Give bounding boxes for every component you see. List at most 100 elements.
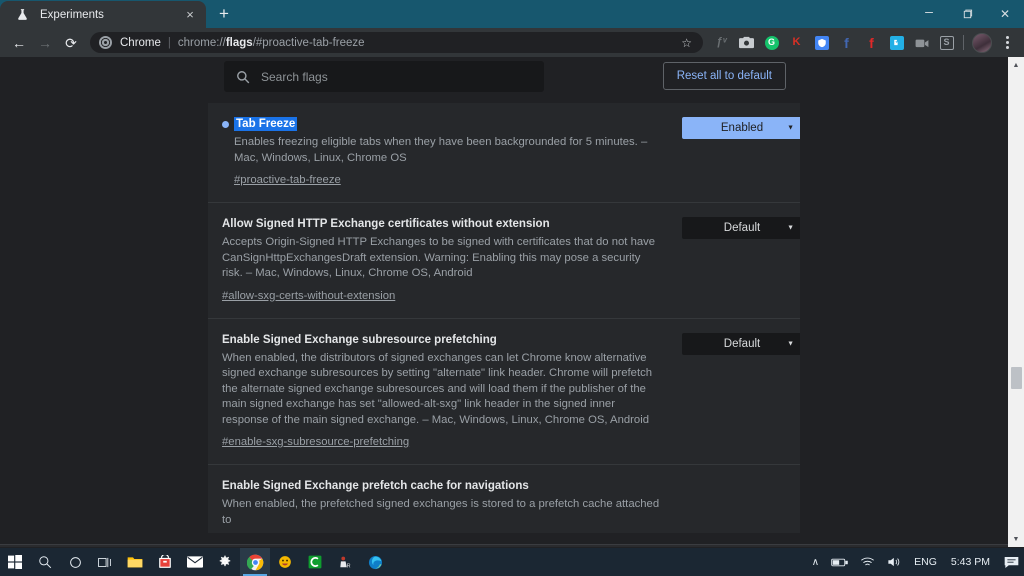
camera-icon[interactable] <box>734 30 759 56</box>
file-explorer-icon[interactable] <box>120 548 150 576</box>
flag-control: Default ▼ <box>682 217 800 239</box>
relaunch-bar: Your changes will take effect the next t… <box>0 544 1008 547</box>
flag-modified-dot-icon <box>222 121 229 128</box>
emoji-app-icon[interactable] <box>270 548 300 576</box>
flag-anchor-link[interactable]: #proactive-tab-freeze <box>222 174 341 186</box>
close-window-button[interactable]: ✕ <box>986 0 1024 28</box>
wifi-icon[interactable] <box>854 548 881 576</box>
language-indicator[interactable]: ENG <box>908 548 943 576</box>
omnibox-scheme-label: Chrome <box>120 36 161 49</box>
omnibox-separator: | <box>167 36 171 49</box>
page-scrollbar[interactable]: ▲ ▼ <box>1008 57 1024 547</box>
jv-icon[interactable]: ƒᵛ <box>709 30 734 56</box>
flag-control: Default ▼ <box>682 332 800 355</box>
flag-row: Allow Signed HTTP Exchange certificates … <box>208 202 800 318</box>
url-bold: flags <box>225 36 253 49</box>
flag-control: Enabled ▼ <box>682 117 800 139</box>
flag-title: Tab Freeze <box>222 117 664 131</box>
battery-icon[interactable] <box>825 548 854 576</box>
flag-select-sxg-subresource-prefetching[interactable]: Default ▼ <box>682 332 800 355</box>
windows-taskbar: R ∧ ENG 5:43 PM <box>0 548 1024 576</box>
back-icon[interactable]: ← <box>6 30 32 56</box>
flags-header: Reset all to default <box>0 57 1008 100</box>
search-flags-box[interactable] <box>224 61 544 92</box>
pocket-icon[interactable] <box>884 30 909 56</box>
volume-icon[interactable] <box>881 548 908 576</box>
microsoft-edge-icon[interactable] <box>360 548 390 576</box>
flask-icon <box>14 7 30 23</box>
maximize-button[interactable] <box>948 0 986 28</box>
flag-select-value: Default <box>723 337 761 350</box>
address-bar[interactable]: Chrome | chrome://flags/#proactive-tab-f… <box>90 32 703 53</box>
url-suffix: /#proactive-tab-freeze <box>252 36 365 49</box>
flag-details: Enable Signed Exchange prefetch cache fo… <box>222 479 664 532</box>
flag-title: Enable Signed Exchange prefetch cache fo… <box>222 480 529 492</box>
chrome-menu-icon[interactable] <box>996 30 1018 56</box>
flag-anchor-link[interactable]: #enable-sxg-subresource-prefetching <box>222 436 409 448</box>
jr-app-icon[interactable]: R <box>330 548 360 576</box>
notifications-icon[interactable] <box>998 548 1024 576</box>
browser-toolbar: ← → ⟳ Chrome | chrome://flags/#proactive… <box>0 28 1024 57</box>
flag-details: Enable Signed Exchange subresource prefe… <box>222 333 664 451</box>
camtasia-icon[interactable] <box>300 548 330 576</box>
extension-toolbar: ƒᵛ G K f f S <box>709 30 1018 56</box>
s-icon[interactable]: S <box>934 30 959 56</box>
clock[interactable]: 5:43 PM <box>943 548 998 576</box>
scroll-down-arrow-icon[interactable]: ▼ <box>1008 531 1024 547</box>
tab-title: Experiments <box>40 8 104 21</box>
bookmark-star-icon[interactable]: ☆ <box>676 37 692 49</box>
scroll-up-arrow-icon[interactable]: ▲ <box>1008 57 1024 73</box>
google-chrome-icon[interactable] <box>240 548 270 576</box>
reload-icon[interactable]: ⟳ <box>58 30 84 56</box>
chevron-down-icon: ▼ <box>787 224 794 232</box>
video-icon[interactable] <box>909 30 934 56</box>
omnibox-url: chrome://flags/#proactive-tab-freeze <box>178 37 676 49</box>
flag-anchor-link[interactable]: #allow-sxg-certs-without-extension <box>222 290 395 302</box>
flags-list: Tab Freeze Enables freezing eligible tab… <box>208 103 800 533</box>
facebook-icon[interactable]: f <box>834 30 859 56</box>
flags-page: Reset all to default Tab Freeze Enables … <box>0 57 1024 547</box>
new-tab-button[interactable]: + <box>210 0 238 27</box>
cortana-icon[interactable] <box>60 548 90 576</box>
chevron-down-icon: ▼ <box>787 340 794 347</box>
settings-gear-icon[interactable] <box>210 548 240 576</box>
flag-description: When enabled, the distributors of signed… <box>222 351 653 426</box>
flag-select-allow-sxg-certs[interactable]: Default ▼ <box>682 217 800 239</box>
flag-select-tab-freeze[interactable]: Enabled ▼ <box>682 117 800 139</box>
avatar[interactable] <box>972 32 992 53</box>
microsoft-store-icon[interactable] <box>150 548 180 576</box>
flag-description: Enables freezing eligible tabs when they… <box>234 136 648 164</box>
close-icon[interactable]: × <box>182 7 198 23</box>
chrome-page-icon <box>99 36 112 49</box>
forward-icon: → <box>38 34 52 51</box>
reset-all-to-default-button[interactable]: Reset all to default <box>662 62 786 90</box>
grammarly-icon[interactable]: G <box>759 30 784 56</box>
browser-tab-experiments[interactable]: Experiments × <box>0 1 206 28</box>
chevron-down-icon: ▼ <box>787 124 794 132</box>
search-input[interactable] <box>261 69 532 84</box>
tab-strip: Experiments × + – ✕ <box>0 0 1024 28</box>
flag-title: Enable Signed Exchange subresource prefe… <box>222 333 497 346</box>
flag-select-value: Enabled <box>720 122 764 134</box>
url-prefix: chrome:// <box>177 36 226 49</box>
flag-title-text: Tab Freeze <box>234 117 298 131</box>
window-controls: – ✕ <box>910 0 1024 28</box>
flag-row: Enable Signed Exchange prefetch cache fo… <box>208 464 800 533</box>
mail-icon[interactable] <box>180 548 210 576</box>
shield-browser-icon[interactable] <box>809 30 834 56</box>
flag-row: Enable Signed Exchange subresource prefe… <box>208 317 800 465</box>
flag-details: Allow Signed HTTP Exchange certificates … <box>222 217 664 304</box>
flag-row: Tab Freeze Enables freezing eligible tab… <box>208 103 800 202</box>
search-icon[interactable] <box>30 548 60 576</box>
start-button[interactable] <box>0 548 30 576</box>
browser-window: Experiments × + – ✕ ← → ⟳ Chrome | chrom… <box>0 0 1024 576</box>
search-icon <box>236 70 251 84</box>
minimize-button[interactable]: – <box>910 0 948 28</box>
flag-select-value: Default <box>723 222 761 234</box>
tray-chevron-up-icon[interactable]: ∧ <box>806 548 825 576</box>
scrollbar-thumb[interactable] <box>1011 367 1022 389</box>
task-view-icon[interactable] <box>90 548 120 576</box>
flipboard-icon[interactable]: f <box>859 30 884 56</box>
flag-description: Accepts Origin-Signed HTTP Exchanges to … <box>222 236 656 279</box>
k-icon[interactable]: K <box>784 30 809 56</box>
